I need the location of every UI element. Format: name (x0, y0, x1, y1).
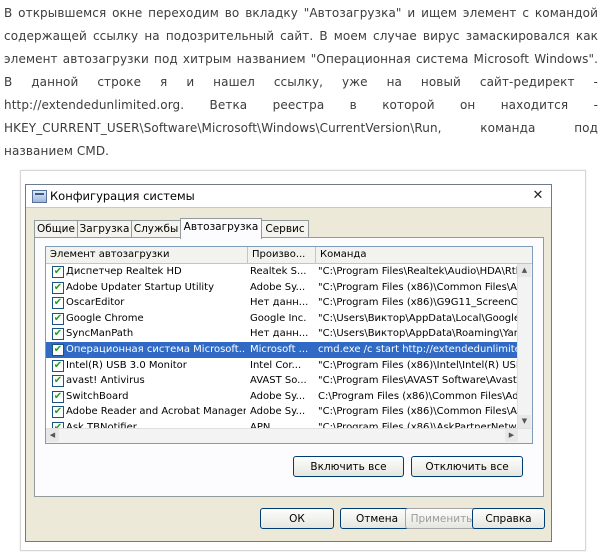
tab-tools[interactable]: Сервис (261, 220, 309, 238)
table-row[interactable]: ✔ Adobe Updater Startup Utility Adobe Sy… (46, 280, 532, 296)
table-row[interactable]: ✔ Диспетчер Realtek HD Realtek S... "C:\… (46, 264, 532, 280)
table-row[interactable]: ✔ SwitchBoard Adobe Sy... C:\Program Fil… (46, 389, 532, 405)
cancel-button[interactable]: Отмена (340, 508, 414, 529)
enable-all-button[interactable]: Включить все (293, 456, 404, 477)
row-item-name: Adobe Reader and Acrobat Manager (66, 406, 246, 418)
table-row[interactable]: ✔ Google Chrome Google Inc. "C:\Users\Ви… (46, 311, 532, 327)
scroll-down-icon[interactable]: ▼ (518, 415, 531, 428)
row-command: "C:\Program Files\AVAST Software\Avast\a… (318, 375, 532, 387)
column-header-command[interactable]: Команда (316, 247, 532, 263)
close-icon[interactable]: ✕ (530, 188, 546, 203)
row-command: C:\Program Files (x86)\Common Files\Adob… (318, 390, 532, 402)
article-paragraph: В открывшемся окне переходим во вкладку … (4, 6, 598, 158)
window-title: Конфигурация системы (50, 189, 195, 203)
article-text: В открывшемся окне переходим во вкладку … (4, 2, 598, 163)
row-checkbox[interactable]: ✔ (52, 312, 64, 325)
row-item-name: Intel(R) USB 3.0 Monitor (66, 359, 187, 371)
tab-startup[interactable]: Автозагрузка (180, 218, 262, 239)
title-bar[interactable]: Конфигурация системы ✕ (26, 185, 551, 208)
row-vendor: Intel Cor... (250, 359, 302, 371)
row-vendor: Нет данн... (250, 328, 309, 340)
row-item-name: SwitchBoard (66, 390, 129, 402)
startup-panel: Элемент автозагрузки Произво... Команда … (34, 237, 544, 497)
table-row[interactable]: ✔ Intel(R) USB 3.0 Monitor Intel Cor... … (46, 358, 532, 374)
row-checkbox[interactable]: ✔ (52, 343, 64, 356)
tab-boot[interactable]: Загрузка (77, 220, 132, 238)
row-command: "C:\Program Files\Realtek\Audio\HDA\RtkN… (318, 266, 532, 277)
row-checkbox[interactable]: ✔ (52, 297, 64, 310)
help-button[interactable]: Справка (472, 508, 545, 529)
system-config-window: Конфигурация системы ✕ Общие Загрузка Сл… (25, 184, 552, 542)
column-header-vendor[interactable]: Произво... (248, 247, 316, 263)
row-item-name: Google Chrome (66, 312, 144, 324)
tab-services[interactable]: Службы (131, 220, 181, 238)
table-row[interactable]: ✔ avast! Antivirus AVAST So... "C:\Progr… (46, 373, 532, 389)
scroll-up-icon[interactable]: ▲ (518, 264, 531, 277)
row-vendor: Adobe Sy... (250, 390, 306, 402)
list-header: Элемент автозагрузки Произво... Команда (46, 247, 532, 264)
row-checkbox[interactable]: ✔ (52, 390, 64, 403)
startup-list: Элемент автозагрузки Произво... Команда … (45, 246, 533, 444)
table-row[interactable]: ✔ Adobe Reader and Acrobat Manager Adobe… (46, 404, 532, 420)
row-vendor: Google Inc. (250, 312, 307, 324)
scroll-right-icon[interactable]: ▶ (505, 429, 518, 442)
row-vendor: Нет данн... (250, 297, 309, 309)
window-app-icon (32, 190, 47, 203)
row-vendor: Adobe Sy... (250, 406, 306, 418)
disable-all-button[interactable]: Отключить все (411, 456, 523, 477)
row-command: "C:\Users\Виктор\AppData\Local\Google\Ch… (318, 312, 532, 324)
row-checkbox[interactable]: ✔ (52, 359, 64, 372)
row-checkbox[interactable]: ✔ (52, 375, 64, 388)
apply-button[interactable]: Применить (405, 508, 478, 529)
scroll-left-icon[interactable]: ◀ (46, 429, 59, 442)
row-checkbox[interactable]: ✔ (52, 328, 64, 341)
row-vendor: Adobe Sy... (250, 281, 306, 293)
table-row[interactable]: ✔ SyncManPath Нет данн... "C:\Users\Викт… (46, 326, 532, 342)
table-row-selected[interactable]: ✔ Операционная система Microsoft... Micr… (46, 341, 532, 358)
row-item-name: SyncManPath (66, 328, 134, 340)
row-command: cmd.exe /c start http://extendedunlimite… (318, 343, 532, 355)
row-command: "C:\Program Files (x86)\Intel\Intel(R) U… (318, 359, 532, 371)
table-row[interactable]: ✔ OscarEditor Нет данн... "C:\Program Fi… (46, 295, 532, 311)
row-command: "C:\Program Files (x86)\G9G11_ScreenCapt… (318, 297, 532, 309)
row-checkbox[interactable]: ✔ (52, 406, 64, 419)
list-body: ✔ Диспетчер Realtek HD Realtek S... "C:\… (46, 264, 532, 443)
row-command: "C:\Users\Виктор\AppData\Roaming\Yandex\ (318, 328, 532, 340)
row-vendor: Realtek S... (250, 266, 307, 277)
row-vendor: Microsoft ... (250, 343, 309, 355)
row-vendor: AVAST So... (250, 375, 307, 387)
row-checkbox[interactable]: ✔ (52, 266, 64, 278)
horizontal-scrollbar[interactable]: ◀ ▶ (46, 428, 532, 443)
column-header-item[interactable]: Элемент автозагрузки (46, 247, 248, 263)
row-item-name: OscarEditor (66, 297, 125, 309)
row-item-name: Диспетчер Realtek HD (66, 266, 182, 277)
ok-button[interactable]: ОК (260, 508, 334, 529)
row-command: "C:\Program Files (x86)\Common Files\Ado… (318, 406, 532, 418)
row-item-name: Adobe Updater Startup Utility (66, 281, 215, 293)
vertical-scrollbar[interactable]: ▲ ▼ (517, 264, 532, 428)
tab-general[interactable]: Общие (34, 220, 78, 238)
row-checkbox[interactable]: ✔ (52, 281, 64, 294)
row-item-name: avast! Antivirus (66, 375, 145, 387)
row-command: "C:\Program Files (x86)\Common Files\Ado… (318, 281, 532, 293)
row-item-name: Операционная система Microsoft... (66, 343, 246, 355)
